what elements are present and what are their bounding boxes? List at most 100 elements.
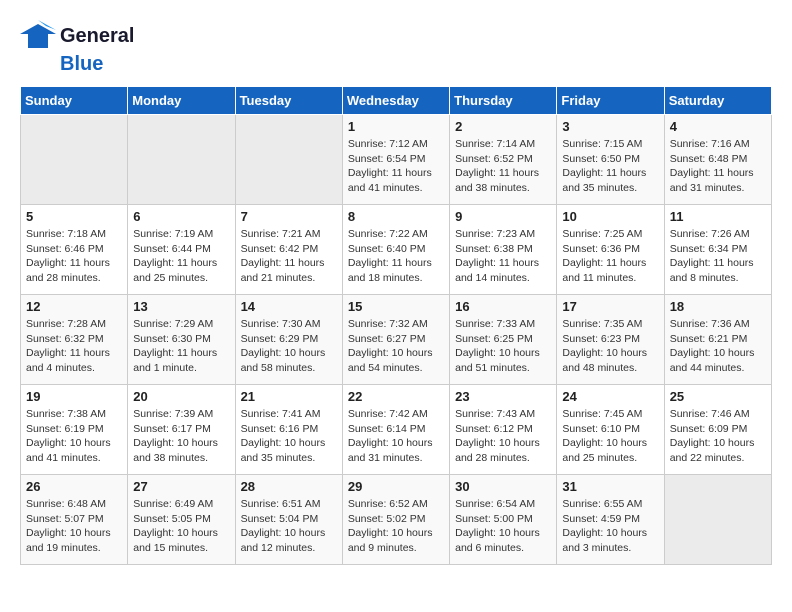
day-number: 2 (455, 119, 551, 134)
calendar-cell: 7 Sunrise: 7:21 AMSunset: 6:42 PMDaylight… (235, 205, 342, 295)
day-info: Sunrise: 7:26 AMSunset: 6:34 PMDaylight:… (670, 227, 766, 286)
day-number: 9 (455, 209, 551, 224)
day-info: Sunrise: 7:30 AMSunset: 6:29 PMDaylight:… (241, 317, 337, 376)
weekday-header: Saturday (664, 87, 771, 115)
day-info: Sunrise: 7:28 AMSunset: 6:32 PMDaylight:… (26, 317, 122, 376)
calendar-cell: 16Sunrise: 7:33 AMSunset: 6:25 PMDayligh… (450, 295, 557, 385)
day-number: 15 (348, 299, 444, 314)
calendar-cell: 5 Sunrise: 7:18 AMSunset: 6:46 PMDaylight… (21, 205, 128, 295)
calendar-cell: 13 Sunrise: 7:29 AMSunset: 6:30 PMDayligh… (128, 295, 235, 385)
calendar-cell: 6 Sunrise: 7:19 AMSunset: 6:44 PMDaylight… (128, 205, 235, 295)
weekday-header: Thursday (450, 87, 557, 115)
calendar-table: SundayMondayTuesdayWednesdayThursdayFrid… (20, 86, 772, 565)
calendar-week-row: 5 Sunrise: 7:18 AMSunset: 6:46 PMDaylight… (21, 205, 772, 295)
day-number: 6 (133, 209, 229, 224)
logo-icon (20, 20, 56, 53)
weekday-header-row: SundayMondayTuesdayWednesdayThursdayFrid… (21, 87, 772, 115)
weekday-header: Monday (128, 87, 235, 115)
calendar-cell: 21 Sunrise: 7:41 AMSunset: 6:16 PMDayligh… (235, 385, 342, 475)
day-info: Sunrise: 7:41 AMSunset: 6:16 PMDaylight:… (241, 407, 337, 466)
day-number: 28 (241, 479, 337, 494)
day-number: 12 (26, 299, 122, 314)
calendar-cell: 29Sunrise: 6:52 AMSunset: 5:02 PMDayligh… (342, 475, 449, 565)
calendar-cell (128, 115, 235, 205)
day-number: 17 (562, 299, 658, 314)
day-number: 26 (26, 479, 122, 494)
weekday-header: Wednesday (342, 87, 449, 115)
day-info: Sunrise: 7:43 AMSunset: 6:12 PMDaylight:… (455, 407, 551, 466)
day-number: 13 (133, 299, 229, 314)
day-number: 4 (670, 119, 766, 134)
calendar-cell: 27 Sunrise: 6:49 AMSunset: 5:05 PMDayligh… (128, 475, 235, 565)
day-info: Sunrise: 7:16 AMSunset: 6:48 PMDaylight:… (670, 137, 766, 196)
day-number: 16 (455, 299, 551, 314)
day-info: Sunrise: 6:55 AMSunset: 4:59 PMDaylight:… (562, 497, 658, 556)
day-info: Sunrise: 7:25 AMSunset: 6:36 PMDaylight:… (562, 227, 658, 286)
day-info: Sunrise: 7:42 AMSunset: 6:14 PMDaylight:… (348, 407, 444, 466)
day-number: 3 (562, 119, 658, 134)
day-info: Sunrise: 7:29 AMSunset: 6:30 PMDaylight:… (133, 317, 229, 376)
day-number: 7 (241, 209, 337, 224)
calendar-cell: 14 Sunrise: 7:30 AMSunset: 6:29 PMDayligh… (235, 295, 342, 385)
calendar-cell: 24 Sunrise: 7:45 AMSunset: 6:10 PMDayligh… (557, 385, 664, 475)
day-number: 19 (26, 389, 122, 404)
calendar-cell: 8Sunrise: 7:22 AMSunset: 6:40 PMDaylight… (342, 205, 449, 295)
day-number: 1 (348, 119, 444, 134)
day-info: Sunrise: 7:35 AMSunset: 6:23 PMDaylight:… (562, 317, 658, 376)
day-number: 21 (241, 389, 337, 404)
day-number: 10 (562, 209, 658, 224)
calendar-cell: 11 Sunrise: 7:26 AMSunset: 6:34 PMDayligh… (664, 205, 771, 295)
calendar-cell: 10 Sunrise: 7:25 AMSunset: 6:36 PMDayligh… (557, 205, 664, 295)
calendar-cell: 30 Sunrise: 6:54 AMSunset: 5:00 PMDayligh… (450, 475, 557, 565)
calendar-cell (21, 115, 128, 205)
day-info: Sunrise: 6:54 AMSunset: 5:00 PMDaylight:… (455, 497, 551, 556)
calendar-cell (664, 475, 771, 565)
day-info: Sunrise: 7:14 AMSunset: 6:52 PMDaylight:… (455, 137, 551, 196)
calendar-cell: 26 Sunrise: 6:48 AMSunset: 5:07 PMDayligh… (21, 475, 128, 565)
calendar-cell: 31Sunrise: 6:55 AMSunset: 4:59 PMDayligh… (557, 475, 664, 565)
logo-general: General (60, 25, 134, 48)
day-number: 30 (455, 479, 551, 494)
day-number: 24 (562, 389, 658, 404)
day-info: Sunrise: 7:45 AMSunset: 6:10 PMDaylight:… (562, 407, 658, 466)
calendar-cell: 18 Sunrise: 7:36 AMSunset: 6:21 PMDayligh… (664, 295, 771, 385)
day-number: 18 (670, 299, 766, 314)
calendar-cell: 4 Sunrise: 7:16 AMSunset: 6:48 PMDaylight… (664, 115, 771, 205)
day-info: Sunrise: 7:36 AMSunset: 6:21 PMDaylight:… (670, 317, 766, 376)
day-number: 27 (133, 479, 229, 494)
day-number: 14 (241, 299, 337, 314)
day-info: Sunrise: 7:46 AMSunset: 6:09 PMDaylight:… (670, 407, 766, 466)
calendar-cell: 15 Sunrise: 7:32 AMSunset: 6:27 PMDayligh… (342, 295, 449, 385)
weekday-header: Sunday (21, 87, 128, 115)
calendar-cell: 25Sunrise: 7:46 AMSunset: 6:09 PMDayligh… (664, 385, 771, 475)
day-info: Sunrise: 6:52 AMSunset: 5:02 PMDaylight:… (348, 497, 444, 556)
day-info: Sunrise: 6:49 AMSunset: 5:05 PMDaylight:… (133, 497, 229, 556)
logo-blue: Blue (60, 53, 103, 76)
weekday-header: Friday (557, 87, 664, 115)
calendar-week-row: 26 Sunrise: 6:48 AMSunset: 5:07 PMDayligh… (21, 475, 772, 565)
calendar-cell: 28Sunrise: 6:51 AMSunset: 5:04 PMDayligh… (235, 475, 342, 565)
calendar-cell: 23 Sunrise: 7:43 AMSunset: 6:12 PMDayligh… (450, 385, 557, 475)
day-info: Sunrise: 7:32 AMSunset: 6:27 PMDaylight:… (348, 317, 444, 376)
calendar-cell: 22Sunrise: 7:42 AMSunset: 6:14 PMDayligh… (342, 385, 449, 475)
calendar-cell: 19Sunrise: 7:38 AMSunset: 6:19 PMDayligh… (21, 385, 128, 475)
day-info: Sunrise: 7:18 AMSunset: 6:46 PMDaylight:… (26, 227, 122, 286)
day-info: Sunrise: 7:22 AMSunset: 6:40 PMDaylight:… (348, 227, 444, 286)
calendar-cell: 2 Sunrise: 7:14 AMSunset: 6:52 PMDaylight… (450, 115, 557, 205)
page-header: General Blue (20, 20, 772, 76)
calendar-cell: 20Sunrise: 7:39 AMSunset: 6:17 PMDayligh… (128, 385, 235, 475)
day-info: Sunrise: 7:23 AMSunset: 6:38 PMDaylight:… (455, 227, 551, 286)
day-number: 23 (455, 389, 551, 404)
day-number: 5 (26, 209, 122, 224)
calendar-cell: 17 Sunrise: 7:35 AMSunset: 6:23 PMDayligh… (557, 295, 664, 385)
calendar-cell: 3Sunrise: 7:15 AMSunset: 6:50 PMDaylight… (557, 115, 664, 205)
day-info: Sunrise: 6:48 AMSunset: 5:07 PMDaylight:… (26, 497, 122, 556)
logo: General Blue (20, 20, 134, 76)
day-info: Sunrise: 7:12 AMSunset: 6:54 PMDaylight:… (348, 137, 444, 196)
day-info: Sunrise: 7:19 AMSunset: 6:44 PMDaylight:… (133, 227, 229, 286)
calendar-cell (235, 115, 342, 205)
day-number: 11 (670, 209, 766, 224)
day-info: Sunrise: 7:21 AMSunset: 6:42 PMDaylight:… (241, 227, 337, 286)
day-number: 20 (133, 389, 229, 404)
calendar-week-row: 1 Sunrise: 7:12 AMSunset: 6:54 PMDaylight… (21, 115, 772, 205)
